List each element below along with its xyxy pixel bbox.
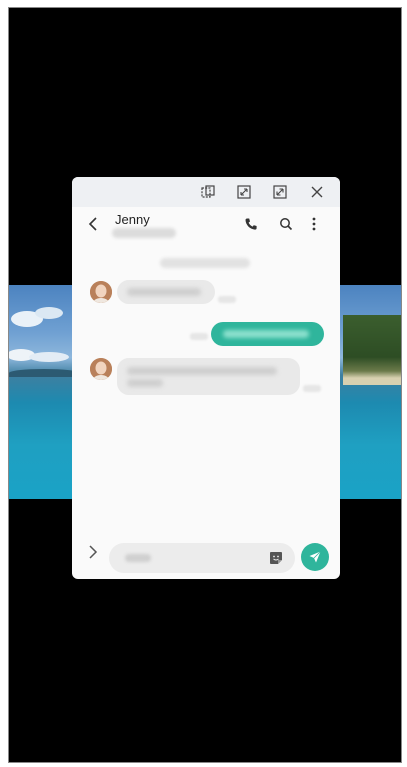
popup-chat-window[interactable]: Jenny xyxy=(72,177,340,579)
avatar[interactable] xyxy=(90,358,112,380)
send-icon xyxy=(309,551,321,563)
message-time-blurred xyxy=(190,333,208,340)
wallpaper-island-right xyxy=(343,315,401,385)
message-input[interactable] xyxy=(109,543,295,573)
message-input-placeholder-blurred xyxy=(125,554,151,562)
device-screen: Jenny xyxy=(8,7,402,763)
message-time-blurred xyxy=(218,296,236,303)
close-icon[interactable] xyxy=(308,183,326,201)
search-icon[interactable] xyxy=(279,217,293,236)
window-controls-bar xyxy=(72,177,340,207)
maximize-icon[interactable] xyxy=(271,183,289,201)
contact-number-blurred xyxy=(112,228,176,238)
chevron-right-icon[interactable] xyxy=(88,545,98,564)
wallpaper-island-left xyxy=(9,369,79,377)
incoming-message-bubble[interactable] xyxy=(117,280,215,304)
minimize-icon[interactable] xyxy=(235,183,253,201)
wallpaper-clouds xyxy=(9,307,69,362)
date-divider-blurred xyxy=(160,258,250,268)
message-composer xyxy=(72,531,340,579)
contact-name: Jenny xyxy=(115,212,150,227)
more-icon[interactable] xyxy=(311,217,317,236)
message-time-blurred xyxy=(303,385,321,392)
conversation-header: Jenny xyxy=(72,207,340,243)
avatar[interactable] xyxy=(90,281,112,303)
phone-icon[interactable] xyxy=(244,217,258,236)
back-arrow-icon[interactable] xyxy=(88,217,98,236)
incoming-message-bubble[interactable] xyxy=(117,358,300,395)
sticker-icon[interactable] xyxy=(269,551,283,570)
send-button[interactable] xyxy=(301,543,329,571)
outgoing-message-bubble[interactable] xyxy=(211,322,324,346)
switch-window-icon[interactable] xyxy=(199,183,217,201)
